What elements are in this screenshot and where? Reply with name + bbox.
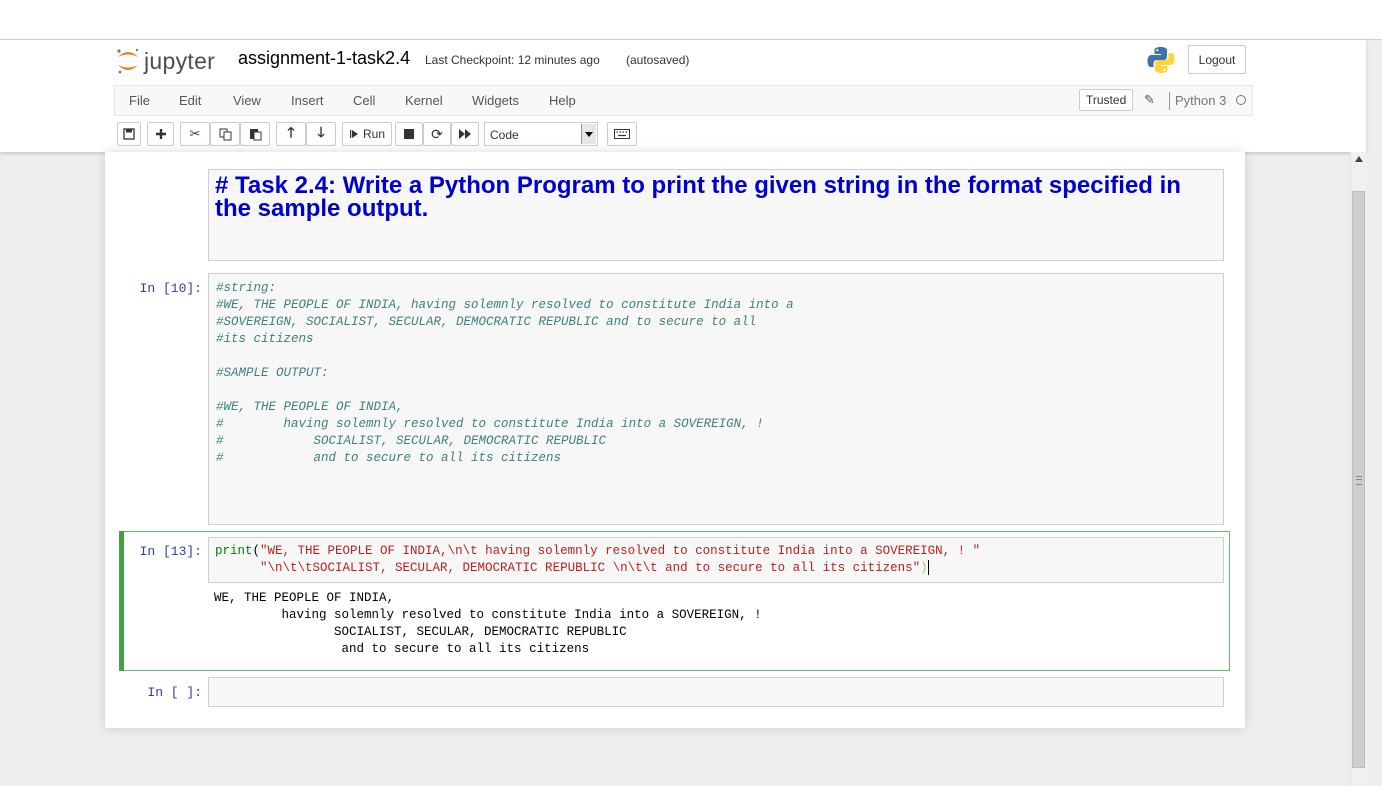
insert-cell-button[interactable]	[147, 122, 174, 146]
menu-widgets[interactable]: Widgets	[472, 93, 519, 108]
kernel-idle-indicator-icon	[1236, 95, 1246, 105]
markdown-cell[interactable]: # Task 2.4: Write a Python Program to pr…	[208, 169, 1224, 261]
jupyter-logo-text: jupyter	[144, 47, 216, 74]
cell-type-value: Code	[490, 128, 519, 142]
step-forward-icon	[349, 130, 358, 138]
python-logo-icon	[1147, 47, 1175, 73]
interrupt-button[interactable]	[395, 122, 423, 146]
code-line: #WE, THE PEOPLE OF INDIA,	[216, 400, 404, 414]
cell-prompt: In [13]:	[139, 544, 202, 559]
plus-icon	[155, 129, 166, 139]
move-down-button[interactable]: 🡓	[306, 122, 336, 146]
keyboard-icon	[614, 129, 630, 139]
notebook-header: jupyter assignment-1-task2.4 Last Checkp…	[0, 40, 1366, 152]
text-cursor	[927, 560, 929, 576]
scroll-up-arrow-icon[interactable]	[1355, 156, 1363, 162]
cell-output: WE, THE PEOPLE OF INDIA, having solemnly…	[214, 591, 762, 656]
move-up-button[interactable]: 🡑	[276, 122, 306, 146]
code-line: # and to secure to all its citizens	[216, 451, 562, 465]
run-button[interactable]: Run	[342, 122, 392, 146]
checkpoint-status: Last Checkpoint: 12 minutes ago	[425, 53, 600, 67]
kernel-name[interactable]: Python 3	[1175, 93, 1226, 108]
code-keyword: print	[215, 544, 253, 558]
scrollbar-thumb[interactable]	[1352, 191, 1365, 768]
arrow-down-icon: 🡓	[317, 124, 325, 140]
code-line: #SAMPLE OUTPUT:	[216, 366, 329, 380]
menu-insert[interactable]: Insert	[291, 93, 324, 108]
menu-kernel[interactable]: Kernel	[405, 93, 443, 108]
menubar-divider	[1169, 92, 1170, 110]
arrow-up-icon: 🡑	[287, 124, 295, 140]
command-palette-button[interactable]	[607, 122, 637, 146]
autosave-status: (autosaved)	[626, 53, 690, 67]
code-paren: )	[920, 561, 928, 575]
browser-top-area	[0, 0, 1382, 40]
menu-help[interactable]: Help	[549, 93, 576, 108]
grip-icon	[1356, 476, 1362, 485]
code-editor[interactable]: print("WE, THE PEOPLE OF INDIA,\n\t havi…	[215, 543, 980, 577]
code-input-area[interactable]: print("WE, THE PEOPLE OF INDIA,\n\t havi…	[208, 537, 1224, 583]
code-line: #its citizens	[216, 332, 314, 346]
menu-cell[interactable]: Cell	[353, 93, 375, 108]
cell-prompt: In [10]:	[139, 281, 202, 296]
save-button[interactable]	[117, 122, 141, 146]
empty-code-cell[interactable]	[208, 677, 1224, 707]
menu-file[interactable]: File	[129, 93, 150, 108]
vertical-scrollbar[interactable]	[1350, 152, 1366, 786]
scissors-icon: ✂	[189, 126, 201, 141]
paste-button[interactable]	[240, 122, 270, 146]
code-string: "WE, THE PEOPLE OF INDIA,\n\t having sol…	[260, 544, 981, 558]
copy-button[interactable]	[210, 122, 240, 146]
code-line: #SOVEREIGN, SOCIALIST, SECULAR, DEMOCRAT…	[216, 315, 757, 329]
chevron-down-icon	[581, 124, 596, 144]
menu-view[interactable]: View	[233, 93, 261, 108]
code-line: #WE, THE PEOPLE OF INDIA, having solemnl…	[216, 298, 794, 312]
trusted-badge[interactable]: Trusted	[1079, 89, 1134, 111]
code-editor[interactable]: #string: #WE, THE PEOPLE OF INDIA, havin…	[216, 280, 794, 467]
restart-run-all-button[interactable]	[451, 122, 479, 146]
cut-button[interactable]: ✂	[180, 122, 210, 146]
markdown-heading: # Task 2.4: Write a Python Program to pr…	[215, 172, 1181, 222]
copy-icon	[219, 128, 231, 140]
restart-icon: ⟳	[431, 125, 443, 142]
code-line: # SOCIALIST, SECULAR, DEMOCRATIC REPUBLI…	[216, 434, 607, 448]
code-string: "\n\t\tSOCIALIST, SECULAR, DEMOCRATIC RE…	[260, 561, 921, 575]
code-line: # having solemnly resolved to constitute…	[216, 417, 764, 431]
paste-icon	[249, 128, 261, 140]
cell-type-select[interactable]: Code	[484, 122, 598, 146]
run-label: Run	[362, 127, 385, 141]
jupyter-logo[interactable]: jupyter	[116, 46, 215, 76]
save-icon	[123, 128, 135, 140]
code-line: #string:	[216, 281, 277, 295]
fast-forward-icon	[459, 129, 471, 139]
code-cell-comments[interactable]: #string: #WE, THE PEOPLE OF INDIA, havin…	[208, 273, 1224, 525]
restart-button[interactable]: ⟳	[423, 122, 451, 146]
code-paren: (	[252, 544, 261, 558]
jupyter-logo-icon	[117, 48, 139, 74]
cell-prompt: In [ ]:	[147, 685, 202, 700]
stop-icon	[404, 129, 414, 139]
logout-button[interactable]: Logout	[1188, 45, 1246, 74]
menu-edit[interactable]: Edit	[179, 93, 201, 108]
notebook-name[interactable]: assignment-1-task2.4	[238, 48, 410, 69]
edit-mode-pencil-icon: ✎	[1144, 92, 1155, 107]
menubar: File Edit View Insert Cell Kernel Widget…	[114, 85, 1253, 116]
